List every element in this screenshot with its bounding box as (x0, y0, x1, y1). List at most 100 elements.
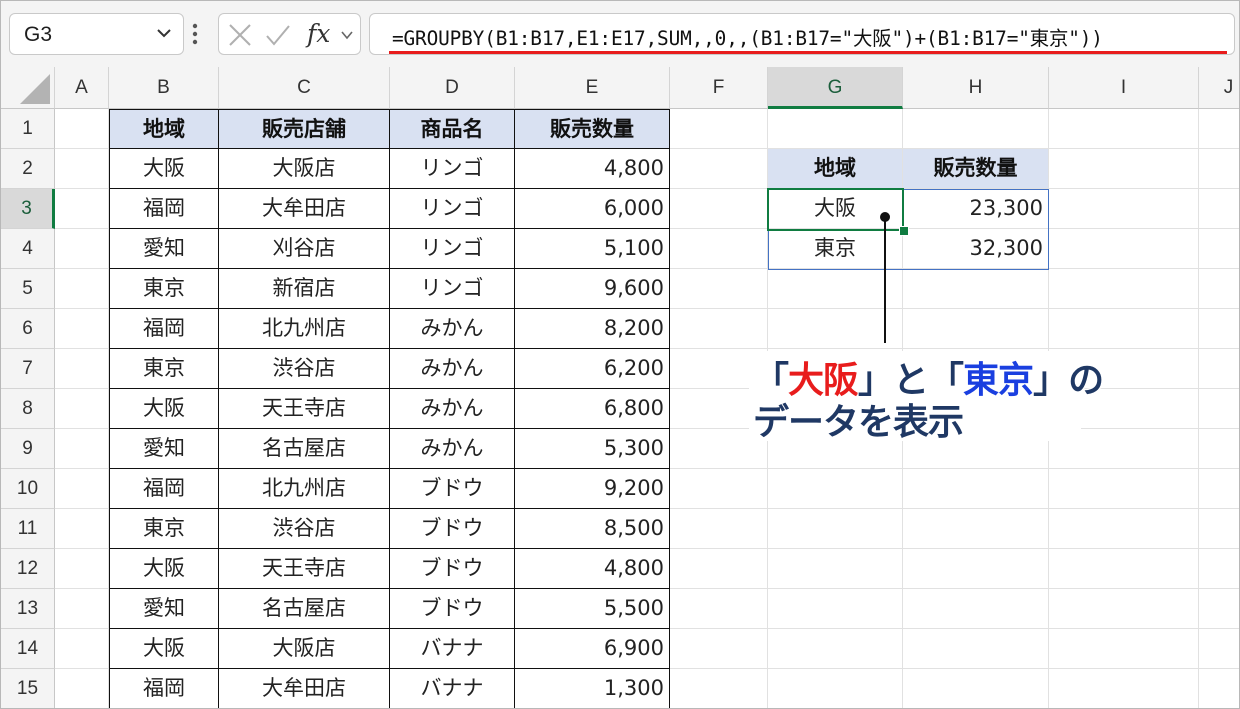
cell-a6[interactable] (55, 309, 109, 349)
cell-b3[interactable]: 福岡 (109, 189, 219, 229)
cell-e6[interactable]: 8,200 (515, 309, 670, 349)
cancel-icon[interactable] (228, 22, 252, 48)
cell-e11[interactable]: 8,500 (515, 509, 670, 549)
cell-g15[interactable] (768, 669, 903, 708)
chevron-down-icon[interactable] (155, 24, 173, 42)
cell-a13[interactable] (55, 589, 109, 629)
cell-a10[interactable] (55, 469, 109, 509)
cell-b8[interactable]: 大阪 (109, 389, 219, 429)
cell-c8[interactable]: 天王寺店 (219, 389, 390, 429)
cell-h6[interactable] (903, 309, 1049, 349)
cell-j12[interactable] (1199, 549, 1239, 589)
cell-e12[interactable]: 4,800 (515, 549, 670, 589)
cell-e2[interactable]: 4,800 (515, 149, 670, 189)
cell-d4[interactable]: リンゴ (390, 229, 515, 269)
cell-a1[interactable] (55, 109, 109, 149)
cell-a8[interactable] (55, 389, 109, 429)
cell-g1[interactable] (768, 109, 903, 149)
row-header-6[interactable]: 6 (1, 309, 55, 349)
cell-b5[interactable]: 東京 (109, 269, 219, 309)
cell-d13[interactable]: ブドウ (390, 589, 515, 629)
column-header-j[interactable]: J (1199, 67, 1239, 109)
cell-b7[interactable]: 東京 (109, 349, 219, 389)
column-header-h[interactable]: H (903, 67, 1049, 109)
cell-h2[interactable]: 販売数量 (903, 149, 1049, 189)
cell-b12[interactable]: 大阪 (109, 549, 219, 589)
cell-j1[interactable] (1199, 109, 1239, 149)
row-header-15[interactable]: 15 (1, 669, 55, 708)
cell-j4[interactable] (1199, 229, 1239, 269)
cell-c10[interactable]: 北九州店 (219, 469, 390, 509)
cell-e10[interactable]: 9,200 (515, 469, 670, 509)
row-header-2[interactable]: 2 (1, 149, 55, 189)
cell-a11[interactable] (55, 509, 109, 549)
cell-b1[interactable]: 地域 (109, 109, 219, 149)
cell-e3[interactable]: 6,000 (515, 189, 670, 229)
cell-f13[interactable] (670, 589, 768, 629)
cell-e1[interactable]: 販売数量 (515, 109, 670, 149)
row-header-3[interactable]: 3 (1, 189, 55, 229)
cell-g10[interactable] (768, 469, 903, 509)
column-header-e[interactable]: E (515, 67, 670, 109)
cell-a5[interactable] (55, 269, 109, 309)
chevron-down-icon[interactable] (340, 28, 354, 42)
row-header-4[interactable]: 4 (1, 229, 55, 269)
row-header-7[interactable]: 7 (1, 349, 55, 389)
cell-i3[interactable] (1049, 189, 1199, 229)
cell-d10[interactable]: ブドウ (390, 469, 515, 509)
cell-b4[interactable]: 愛知 (109, 229, 219, 269)
cell-d14[interactable]: バナナ (390, 629, 515, 669)
cell-h1[interactable] (903, 109, 1049, 149)
function-icon[interactable]: fx (307, 20, 335, 48)
cell-c3[interactable]: 大牟田店 (219, 189, 390, 229)
cell-c12[interactable]: 天王寺店 (219, 549, 390, 589)
column-header-c[interactable]: C (219, 67, 390, 109)
cell-b6[interactable]: 福岡 (109, 309, 219, 349)
cell-a15[interactable] (55, 669, 109, 708)
cell-j3[interactable] (1199, 189, 1239, 229)
cell-f12[interactable] (670, 549, 768, 589)
cell-i15[interactable] (1049, 669, 1199, 708)
cell-b15[interactable]: 福岡 (109, 669, 219, 708)
cell-d1[interactable]: 商品名 (390, 109, 515, 149)
cell-j11[interactable] (1199, 509, 1239, 549)
cell-d8[interactable]: みかん (390, 389, 515, 429)
cell-f14[interactable] (670, 629, 768, 669)
cell-h5[interactable] (903, 269, 1049, 309)
select-all-corner[interactable] (1, 67, 55, 109)
row-header-8[interactable]: 8 (1, 389, 55, 429)
cell-c2[interactable]: 大阪店 (219, 149, 390, 189)
row-header-5[interactable]: 5 (1, 269, 55, 309)
row-header-9[interactable]: 9 (1, 429, 55, 469)
cell-d2[interactable]: リンゴ (390, 149, 515, 189)
cell-f3[interactable] (670, 189, 768, 229)
cell-h15[interactable] (903, 669, 1049, 708)
cell-b11[interactable]: 東京 (109, 509, 219, 549)
column-header-f[interactable]: F (670, 67, 768, 109)
cell-d5[interactable]: リンゴ (390, 269, 515, 309)
cell-f6[interactable] (670, 309, 768, 349)
cell-e13[interactable]: 5,500 (515, 589, 670, 629)
cell-e14[interactable]: 6,900 (515, 629, 670, 669)
cell-f4[interactable] (670, 229, 768, 269)
cell-c7[interactable]: 渋谷店 (219, 349, 390, 389)
cell-g13[interactable] (768, 589, 903, 629)
cell-i11[interactable] (1049, 509, 1199, 549)
cell-c6[interactable]: 北九州店 (219, 309, 390, 349)
cell-i1[interactable] (1049, 109, 1199, 149)
cell-g5[interactable] (768, 269, 903, 309)
cell-a7[interactable] (55, 349, 109, 389)
cell-f10[interactable] (670, 469, 768, 509)
cell-h10[interactable] (903, 469, 1049, 509)
cell-d3[interactable]: リンゴ (390, 189, 515, 229)
row-header-11[interactable]: 11 (1, 509, 55, 549)
cell-j9[interactable] (1199, 429, 1239, 469)
cell-c9[interactable]: 名古屋店 (219, 429, 390, 469)
cell-i5[interactable] (1049, 269, 1199, 309)
cell-b9[interactable]: 愛知 (109, 429, 219, 469)
cell-e15[interactable]: 1,300 (515, 669, 670, 708)
cell-b10[interactable]: 福岡 (109, 469, 219, 509)
cell-a4[interactable] (55, 229, 109, 269)
cell-a12[interactable] (55, 549, 109, 589)
cell-c11[interactable]: 渋谷店 (219, 509, 390, 549)
